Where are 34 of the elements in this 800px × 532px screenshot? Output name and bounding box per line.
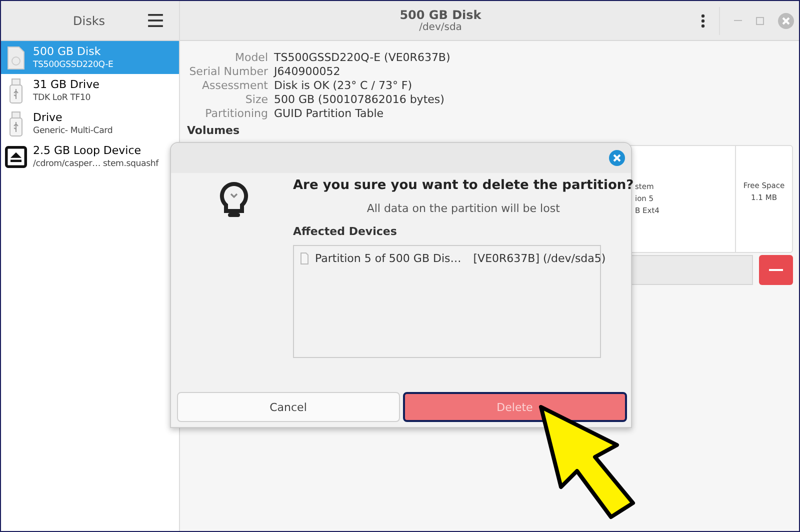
checkbox[interactable] [300, 252, 309, 265]
delete-partition-button[interactable] [759, 255, 793, 285]
sidebar-item[interactable]: 31 GB Drive TDK LoR TF10 [1, 74, 179, 107]
field-value: 500 GB (500107862016 bytes) [274, 93, 446, 107]
field-value: Disk is OK (23° C / 73° F) [274, 79, 414, 93]
cancel-button[interactable]: Cancel [177, 392, 400, 422]
sidebar-item[interactable]: Drive Generic- Multi-Card [1, 107, 179, 140]
field-value: J640900052 [274, 65, 342, 79]
lightbulb-icon [219, 181, 249, 219]
usb-drive-icon [9, 78, 23, 104]
dialog-question: Are you sure you want to delete the partition? [293, 178, 634, 193]
close-icon[interactable] [609, 150, 625, 166]
sidebar-title: Disks [73, 14, 106, 28]
window-subtitle: /dev/sda [419, 22, 462, 33]
window-title: 500 GB Disk [400, 8, 482, 22]
field-label: Assessment [201, 79, 268, 93]
field-label: Partitioning [204, 107, 268, 121]
section-heading: Affected Devices [293, 225, 398, 238]
field-value: GUID Partition Table [274, 107, 385, 121]
field-label: Model [234, 51, 268, 65]
device-name: Partition 5 of 500 GB Dis… [315, 252, 462, 265]
minus-icon [769, 269, 783, 271]
section-heading: Volumes [187, 124, 241, 137]
menu-icon[interactable] [148, 14, 163, 27]
field-label: Size [244, 93, 268, 107]
close-icon[interactable] [778, 12, 794, 28]
field-value: TS500GSSD220Q-E (VE0R637B) [274, 51, 452, 65]
dialog-message: All data on the partition will be lost [366, 202, 561, 215]
more-options-icon[interactable] [701, 14, 705, 28]
eject-icon [5, 144, 27, 168]
usb-drive-icon [9, 110, 23, 136]
field-label: Serial Number [188, 65, 268, 79]
device-id: [VE0R637B] (/dev/sda5) [473, 252, 606, 265]
sidebar-item[interactable]: 2.5 GB Loop Device /cdrom/casper… stem.squashf [1, 140, 179, 173]
